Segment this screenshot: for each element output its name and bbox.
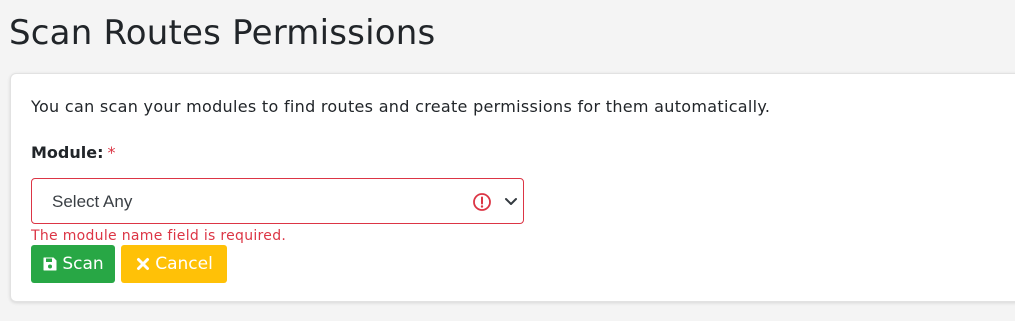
chevron-down-icon (505, 198, 517, 205)
module-select[interactable]: Select Any (31, 178, 524, 224)
module-field-label: Module: * (31, 142, 116, 164)
page-title: Scan Routes Permissions (9, 13, 436, 53)
required-marker: * (107, 143, 116, 162)
times-icon (137, 258, 150, 270)
module-select-value: Select Any (52, 192, 133, 211)
scan-form-card: You can scan your modules to find routes… (10, 73, 1015, 302)
exclamation-circle-icon (473, 193, 491, 211)
intro-text: You can scan your modules to find routes… (31, 97, 771, 116)
cancel-button-label: Cancel (155, 254, 213, 274)
save-icon (43, 257, 57, 271)
scan-button[interactable]: Scan (31, 245, 115, 283)
cancel-button[interactable]: Cancel (121, 245, 227, 283)
scan-button-label: Scan (62, 254, 104, 274)
module-label-text: Module: (31, 143, 104, 162)
module-error-message: The module name field is required. (31, 228, 287, 244)
